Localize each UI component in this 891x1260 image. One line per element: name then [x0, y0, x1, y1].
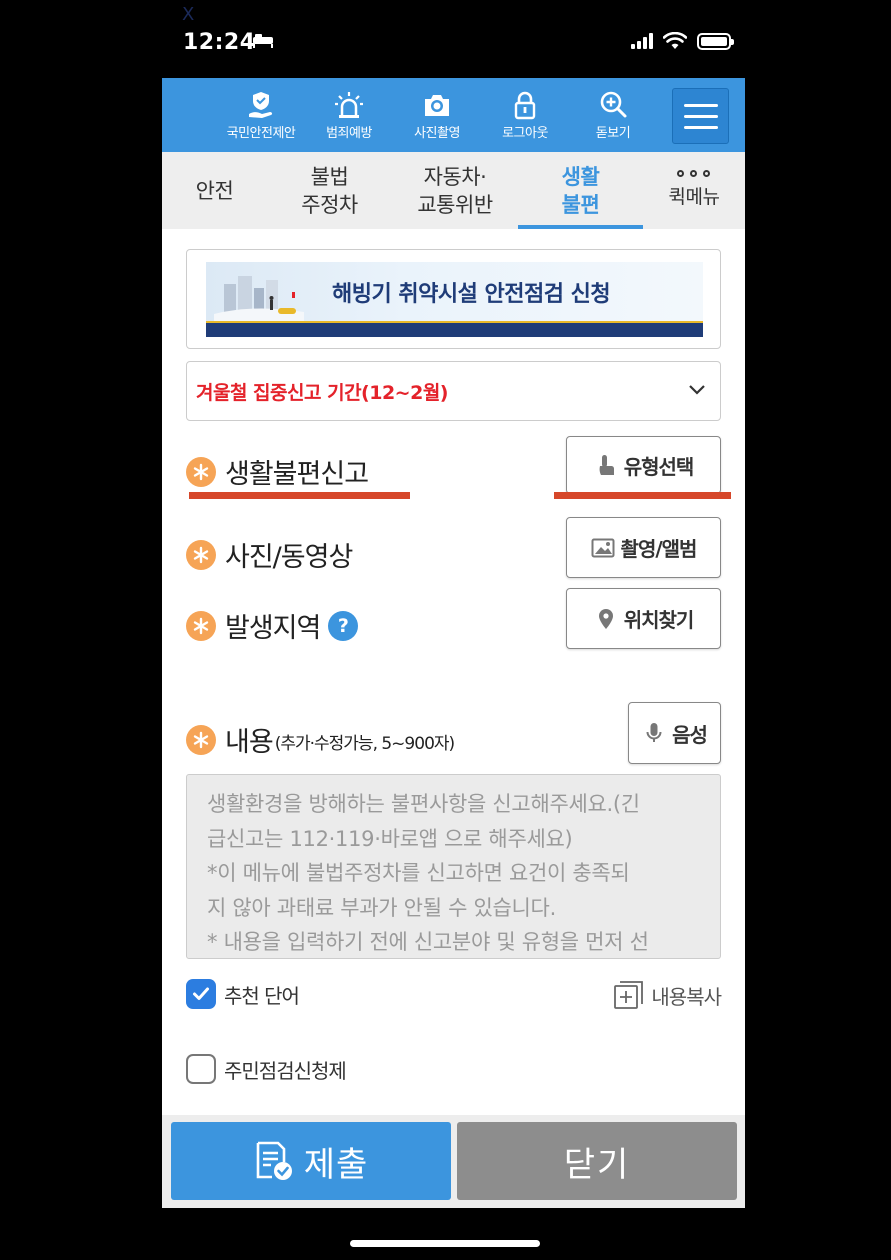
wifi-icon [663, 32, 687, 49]
copy-content-button[interactable]: 내용복사 [613, 979, 722, 1011]
location-label: 발생지역 [225, 613, 321, 644]
close-button[interactable]: 닫기 [457, 1122, 737, 1200]
nav-crime-prevention[interactable]: 범죄예방 [305, 90, 393, 141]
home-indicator[interactable] [350, 1240, 540, 1247]
magnifier-plus-icon [600, 91, 627, 117]
hand-shield-icon [249, 91, 273, 118]
footer-bar: 제출 닫기 [162, 1115, 745, 1208]
nav-take-photo[interactable]: 사진촬영 [393, 90, 481, 141]
tab-living-inconvenience[interactable]: 생활 불편 [518, 152, 643, 229]
report-type-label: 생활불편신고 [225, 459, 369, 490]
find-location-button[interactable]: 위치찾기 [566, 588, 721, 649]
checkbox-unchecked-icon [186, 1054, 216, 1084]
media-label: 사진/동영상 [225, 542, 353, 573]
more-dots-icon [677, 170, 711, 177]
status-indicators [631, 32, 734, 50]
nav-safety-proposal[interactable]: 국민안전제안 [217, 90, 305, 141]
checkbox-checked-icon [186, 979, 216, 1009]
location-label-row: 발생지역 ? [186, 606, 359, 645]
content-sublabel: (추가·수정가능, 5~900자) [274, 734, 455, 754]
location-help-button[interactable]: ? [328, 610, 359, 641]
city-illustration-icon [214, 276, 304, 322]
content-label: 내용 [225, 727, 274, 758]
report-type-underline [189, 492, 410, 499]
voice-input-button[interactable]: 음성 [628, 702, 721, 764]
microphone-icon [646, 723, 662, 742]
recommend-words-checkbox[interactable]: 추천 단어 [186, 979, 300, 1009]
tab-illegal-parking[interactable]: 불법 주정차 [267, 152, 392, 229]
tab-quick-menu[interactable]: 퀵메뉴 [643, 152, 745, 229]
bed-icon [253, 34, 273, 48]
media-label-row: 사진/동영상 [186, 535, 353, 574]
corner-mark: X [182, 4, 195, 25]
select-type-button[interactable]: 유형선택 [566, 436, 721, 494]
thaw-inspection-banner[interactable]: 해빙기 취약시설 안전점검 신청 [206, 262, 703, 337]
banner-container: 해빙기 취약시설 안전점검 신청 [186, 249, 721, 349]
nav-magnifier[interactable]: 돋보기 [569, 90, 657, 141]
content-label-row: 내용 (추가·수정가능, 5~900자) [186, 720, 455, 759]
lock-icon [514, 91, 536, 119]
tab-safety[interactable]: 안전 [162, 152, 267, 229]
period-select-value: 겨울철 집중신고 기간(12~2월) [196, 381, 448, 404]
copy-plus-icon [614, 981, 644, 1009]
map-pin-icon [598, 608, 613, 629]
required-asterisk-icon [186, 456, 216, 487]
required-asterisk-icon [186, 724, 216, 755]
required-asterisk-icon [186, 610, 216, 641]
signal-icon [631, 33, 653, 49]
content-textarea[interactable]: 생활환경을 방해하는 불편사항을 신고해주세요.(긴 급신고는 112·119·… [186, 774, 721, 959]
tab-traffic-violation[interactable]: 자동차· 교통위반 [392, 152, 518, 229]
camera-icon [425, 94, 449, 116]
hamburger-menu-button[interactable] [672, 88, 729, 144]
document-check-icon [256, 1141, 292, 1180]
banner-title: 해빙기 취약시설 안전점검 신청 [332, 282, 611, 307]
battery-icon [697, 32, 734, 50]
resident-inspection-checkbox[interactable]: 주민점검신청제 [186, 1054, 347, 1084]
period-select[interactable]: 겨울철 집중신고 기간(12~2월) [186, 361, 721, 421]
select-type-underline [554, 492, 731, 499]
required-asterisk-icon [186, 539, 216, 570]
image-icon [591, 538, 615, 557]
submit-button[interactable]: 제출 [171, 1122, 451, 1200]
category-tabs: 안전 불법 주정차 자동차· 교통위반 생활 불편 퀵메뉴 [162, 152, 745, 229]
report-type-label-row: 생활불편신고 [186, 452, 369, 491]
siren-icon [335, 91, 363, 118]
touch-finger-icon [599, 455, 614, 475]
top-nav-bar: 국민안전제안 범죄예방 사진촬영 로그아웃 돋보기 [162, 78, 745, 152]
app-screen: 국민안전제안 범죄예방 사진촬영 로그아웃 돋보기 안전 불법 주정차 자동차·… [162, 78, 745, 1208]
camera-album-button[interactable]: 촬영/앨범 [566, 517, 721, 578]
nav-logout[interactable]: 로그아웃 [481, 90, 569, 141]
chevron-down-icon [689, 385, 705, 395]
status-time: 12:24 [183, 30, 256, 55]
